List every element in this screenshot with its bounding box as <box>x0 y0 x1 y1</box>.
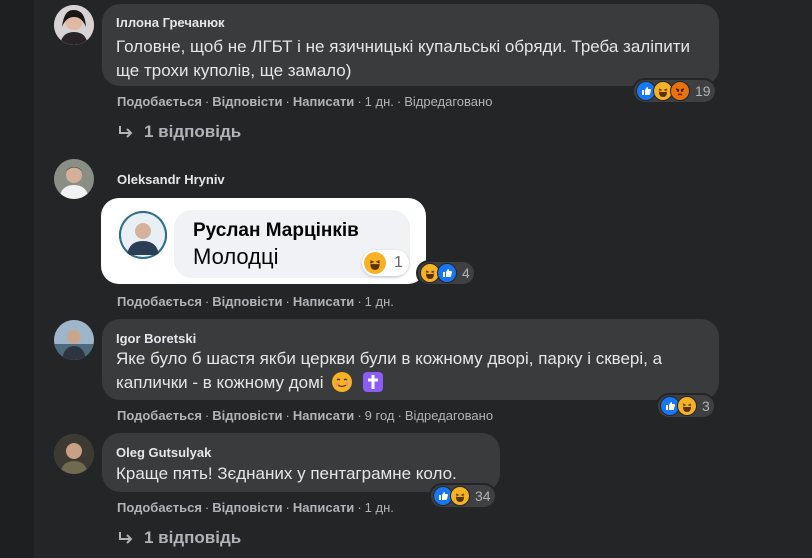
haha-icon <box>364 252 386 274</box>
edited-label: Відредаговано <box>404 408 494 423</box>
write-action[interactable]: Написати <box>293 294 354 309</box>
reaction-count: 1 <box>394 254 403 271</box>
reaction-count: 3 <box>702 398 710 414</box>
view-replies-button[interactable]: 1 відповідь <box>118 528 241 548</box>
write-action[interactable]: Написати <box>293 500 354 515</box>
comment-text-content: Яке було б шастя якби церкви були в кожн… <box>116 349 663 392</box>
timestamp[interactable]: 9 год <box>365 408 395 423</box>
avatar-photo <box>54 434 94 474</box>
like-action[interactable]: Подобається <box>117 500 202 515</box>
like-action[interactable]: Подобається <box>117 94 202 109</box>
timestamp[interactable]: 1 дн. <box>365 94 394 109</box>
angry-icon <box>670 81 690 101</box>
shared-comment-author[interactable]: Руслан Марцінків <box>193 220 359 242</box>
reactions-summary[interactable]: 4 <box>418 262 474 284</box>
haha-icon <box>450 486 470 506</box>
avatar-photo <box>54 320 94 360</box>
comment-bubble: Oleg Gutsulyak Краще пять! Зєднаних у пе… <box>102 433 500 492</box>
edited-label: Відредаговано <box>404 94 493 109</box>
latin-cross-icon <box>363 372 384 392</box>
left-gutter <box>0 0 34 558</box>
comment-author[interactable]: Oleg Gutsulyak <box>116 445 211 460</box>
reactions-summary[interactable]: 34 <box>431 485 495 507</box>
shared-avatar[interactable] <box>119 211 167 259</box>
write-action[interactable]: Написати <box>293 408 354 423</box>
timestamp[interactable]: 1 дн. <box>365 500 394 515</box>
avatar[interactable] <box>54 434 94 474</box>
like-action[interactable]: Подобається <box>117 294 202 309</box>
comment-actions: Подобається · Відповісти · Написати · 9 год · Ві… <box>117 408 494 423</box>
reaction-count: 4 <box>462 265 470 281</box>
avatar-photo <box>54 159 94 199</box>
avatar[interactable] <box>54 159 94 199</box>
comment-text: Головне, щоб не ЛГБТ і не язичницькі куп… <box>116 37 690 80</box>
replies-label: 1 відповідь <box>144 528 242 547</box>
reactions-summary[interactable]: 19 <box>634 80 715 102</box>
relieved-face-icon <box>332 372 353 392</box>
write-action[interactable]: Написати <box>293 94 354 109</box>
comment-author[interactable]: Іллона Гречанюк <box>116 15 225 30</box>
comment-author[interactable]: Oleksandr Hryniv <box>117 172 225 187</box>
reply-arrow-icon <box>119 126 133 138</box>
comment-text: Яке було б шастя якби церкви були в кожн… <box>116 347 686 395</box>
reaction-count: 19 <box>695 83 711 99</box>
view-replies-button[interactable]: 1 відповідь <box>118 122 241 142</box>
comment-actions: Подобається · Відповісти · Написати · 1 дн. <box>117 500 394 515</box>
shared-reactions-summary: 1 <box>362 250 409 276</box>
reaction-count: 34 <box>475 488 491 504</box>
reply-action[interactable]: Відповісти <box>212 500 282 515</box>
avatar[interactable] <box>54 5 94 45</box>
haha-icon <box>677 396 697 416</box>
shared-comment-text: Молодці <box>193 244 279 269</box>
comment-actions: Подобається · Відповісти · Написати · 1 дн. <box>117 294 394 309</box>
avatar[interactable] <box>54 320 94 360</box>
reply-action[interactable]: Відповісти <box>212 408 282 423</box>
reply-arrow-icon <box>119 532 133 544</box>
reply-action[interactable]: Відповісти <box>212 94 282 109</box>
avatar-photo <box>119 211 167 259</box>
comment-text: Краще пять! Зєднаних у пентаграмне коло. <box>116 464 457 483</box>
replies-label: 1 відповідь <box>144 122 242 141</box>
avatar-photo <box>54 5 94 45</box>
like-action[interactable]: Подобається <box>117 408 202 423</box>
comment-bubble: Іллона Гречанюк Головне, щоб не ЛГБТ і н… <box>102 4 719 86</box>
comment-author[interactable]: Igor Boretski <box>116 331 196 346</box>
comment-bubble: Igor Boretski Яке було б шастя якби церк… <box>102 319 719 400</box>
timestamp[interactable]: 1 дн. <box>365 294 394 309</box>
reactions-summary[interactable]: 3 <box>658 395 714 417</box>
like-icon <box>437 263 457 283</box>
reply-action[interactable]: Відповісти <box>212 294 282 309</box>
comment-actions: Подобається · Відповісти · Написати · 1 дн. · Ві… <box>117 94 493 109</box>
